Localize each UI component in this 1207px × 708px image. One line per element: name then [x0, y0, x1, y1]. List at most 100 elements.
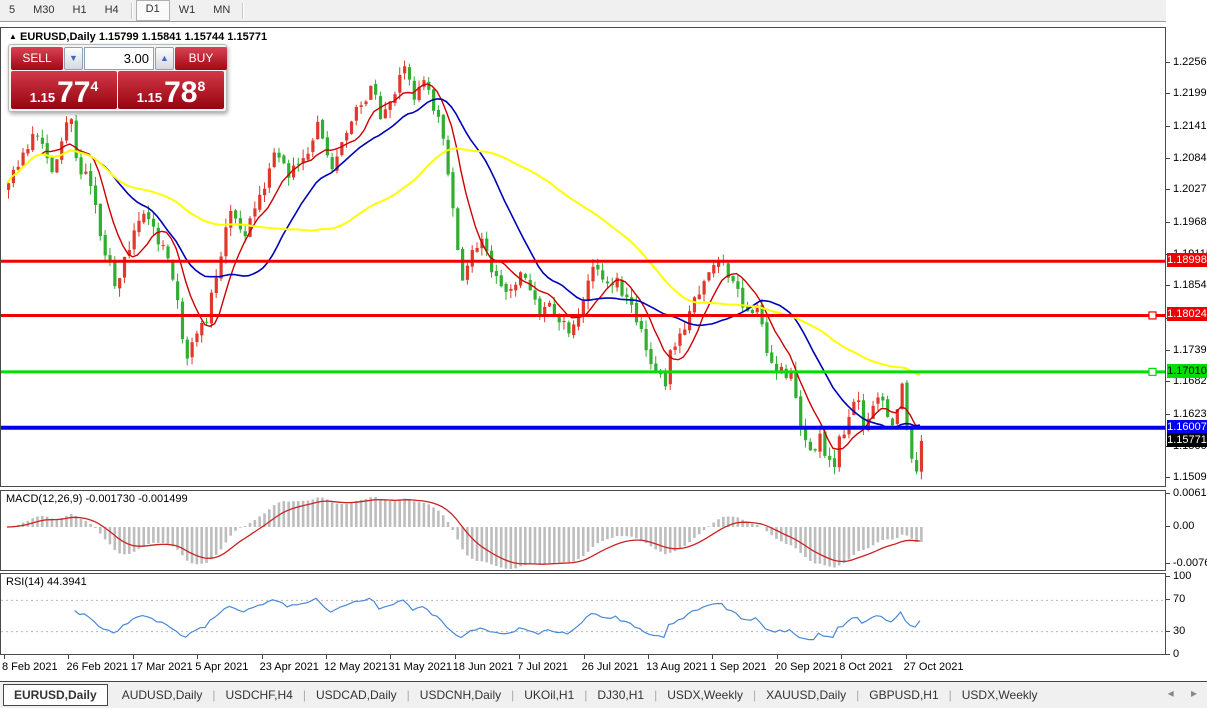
date-tick: [519, 655, 520, 659]
rsi-tick-label: 70: [1173, 593, 1185, 605]
date-label: 12 May 2021: [324, 661, 388, 673]
timeframe-button-h1[interactable]: H1: [64, 1, 96, 20]
date-label: 17 Mar 2021: [131, 661, 193, 673]
timeframe-button-m30[interactable]: M30: [24, 1, 63, 20]
axis-tick: [1166, 493, 1170, 494]
collapse-triangle-icon[interactable]: ▲: [9, 32, 17, 41]
date-tick: [584, 655, 585, 659]
axis-tick: [1166, 563, 1170, 564]
sell-button[interactable]: SELL: [11, 47, 63, 70]
date-tick: [4, 655, 5, 659]
date-tick: [262, 655, 263, 659]
chart-ohlc-values: 1.15799 1.15841 1.15744 1.15771: [99, 31, 267, 43]
tab-ukoil-h1[interactable]: UKOil,H1: [514, 685, 584, 705]
mt4-window: { "toolbar": { "items": [ {"label": "5"}…: [0, 0, 1207, 707]
axis-tick: [1166, 477, 1170, 478]
tab-gbpusd-h1[interactable]: GBPUSD,H1: [859, 685, 948, 705]
macd-label: MACD(12,26,9) -0.001730 -0.001499: [6, 493, 188, 505]
sell-price-sup: 4: [90, 71, 98, 101]
price-axis: 1.22565 1.21995 1.21410 1.20840 1.20270 1.196…: [1166, 0, 1207, 680]
tab-eurusd-daily[interactable]: EURUSD,Daily: [3, 684, 108, 706]
macd-tick-label: 0.006193: [1173, 487, 1207, 499]
axis-tick: [1166, 414, 1170, 415]
date-axis: 8 Feb 2021 26 Feb 202117 Mar 20215 Apr 20…: [0, 655, 1164, 681]
price-tick-label: 1.20840: [1173, 152, 1207, 164]
one-click-trade-panel: SELL ▼ ▲ BUY 1.15 77 4 1.15 78 8: [8, 44, 227, 112]
price-tick-label: 1.18545: [1173, 279, 1207, 291]
volume-down-button[interactable]: ▼: [64, 47, 83, 70]
timeframe-button-d1[interactable]: D1: [136, 0, 170, 21]
date-label: 8 Feb 2021: [2, 661, 58, 673]
date-tick: [390, 655, 391, 659]
timeframe-button-5[interactable]: 5: [0, 1, 24, 20]
macd-panel[interactable]: MACD(12,26,9) -0.001730 -0.001499: [0, 490, 1166, 571]
date-tick: [648, 655, 649, 659]
date-tick: [133, 655, 134, 659]
tab-usdx-weekly[interactable]: USDX,Weekly: [657, 685, 753, 705]
date-tick: [197, 655, 198, 659]
macd-tick-label: -0.007621: [1173, 557, 1207, 569]
date-label: 20 Sep 2021: [775, 661, 837, 673]
buy-price-prefix: 1.15: [137, 89, 162, 107]
date-label: 18 Jun 2021: [453, 661, 514, 673]
tab-audusd-daily[interactable]: AUDUSD,Daily: [112, 685, 213, 705]
rsi-label: RSI(14) 44.3941: [6, 576, 87, 588]
sell-price-big: 77: [57, 79, 90, 107]
date-tick: [712, 655, 713, 659]
chart-tab-bar: EURUSD,DailyAUDUSD,Daily|USDCHF,H4|USDCA…: [0, 681, 1207, 708]
sell-price-box[interactable]: 1.15 77 4: [11, 71, 117, 109]
buy-price-sup: 8: [197, 71, 205, 101]
buy-price-box[interactable]: 1.15 78 8: [118, 71, 224, 109]
axis-tick: [1166, 599, 1170, 600]
date-label: 27 Oct 2021: [904, 661, 964, 673]
axis-tick: [1166, 93, 1170, 94]
date-label: 1 Sep 2021: [710, 661, 766, 673]
price-tick-label: 1.16235: [1173, 408, 1207, 420]
tab-xauusd-daily[interactable]: XAUUSD,Daily: [756, 685, 856, 705]
tab-usdchf-h4[interactable]: USDCHF,H4: [216, 685, 303, 705]
price-tick-label: 1.15095: [1173, 471, 1207, 483]
tab-scroll-right-icon[interactable]: ▸: [1191, 686, 1197, 700]
date-label: 8 Oct 2021: [839, 661, 893, 673]
date-label: 5 Apr 2021: [195, 661, 248, 673]
price-tick-label: 1.21995: [1173, 87, 1207, 99]
buy-price-big: 78: [164, 79, 197, 107]
tab-scroll-arrows: ◂ ▸: [1154, 686, 1197, 700]
date-label: 7 Jul 2021: [517, 661, 568, 673]
axis-tick: [1166, 350, 1170, 351]
sell-price-prefix: 1.15: [30, 89, 55, 107]
date-tick: [777, 655, 778, 659]
timeframe-button-w1[interactable]: W1: [170, 1, 205, 20]
tab-scroll-left-icon[interactable]: ◂: [1168, 686, 1174, 700]
price-tick-label: 1.19685: [1173, 216, 1207, 228]
tab-dj30-h1[interactable]: DJ30,H1: [587, 685, 654, 705]
date-label: 26 Jul 2021: [582, 661, 639, 673]
date-tick: [841, 655, 842, 659]
axis-tick: [1166, 189, 1170, 190]
price-level-label-current-price: 1.15771: [1167, 433, 1207, 447]
volume-input[interactable]: [84, 47, 154, 70]
axis-tick: [1166, 222, 1170, 223]
date-tick: [455, 655, 456, 659]
rsi-panel[interactable]: RSI(14) 44.3941: [0, 573, 1166, 655]
tab-usdx-weekly[interactable]: USDX,Weekly: [952, 685, 1048, 705]
price-tick-label: 1.21410: [1173, 120, 1207, 132]
tab-usdcnh-daily[interactable]: USDCNH,Daily: [410, 685, 511, 705]
price-tick-label: 1.20270: [1173, 183, 1207, 195]
rsi-chart-canvas[interactable]: [1, 574, 1165, 654]
toolbar-separator: [131, 3, 133, 19]
tab-usdcad-daily[interactable]: USDCAD,Daily: [306, 685, 407, 705]
buy-button[interactable]: BUY: [175, 47, 227, 70]
price-level-label-resistance-2: 1.18024: [1167, 307, 1207, 321]
date-label: 13 Aug 2021: [646, 661, 708, 673]
timeframe-button-h4[interactable]: H4: [96, 1, 128, 20]
price-level-label-resistance-1: 1.18998: [1167, 253, 1207, 267]
chart-title: ▲ EURUSD,Daily 1.15799 1.15841 1.15744 1…: [9, 31, 267, 43]
date-label: 23 Apr 2021: [260, 661, 319, 673]
timeframe-button-mn[interactable]: MN: [204, 1, 239, 20]
chart-symbol-label: EURUSD,Daily: [20, 31, 96, 43]
price-tick-label: 1.22565: [1173, 56, 1207, 68]
date-label: 26 Feb 2021: [66, 661, 128, 673]
volume-up-button[interactable]: ▲: [155, 47, 174, 70]
toolbar-separator: [242, 3, 244, 19]
